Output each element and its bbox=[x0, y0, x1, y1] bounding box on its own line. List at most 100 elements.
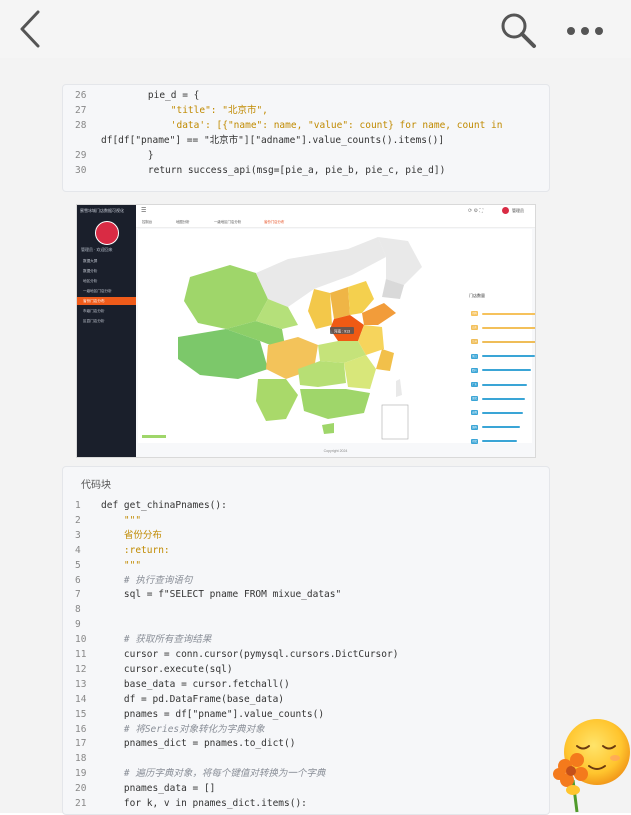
map-region[interactable] bbox=[376, 349, 394, 371]
header-user[interactable]: 管理员 bbox=[512, 208, 524, 214]
avatar[interactable] bbox=[502, 207, 509, 214]
bar-chart-title: 门店数量 bbox=[469, 293, 485, 298]
map-region[interactable] bbox=[308, 289, 332, 329]
footer-copyright: Copyright 2024 bbox=[323, 449, 348, 453]
code-line: 11 cursor = conn.cursor(pymysql.cursors.… bbox=[63, 647, 549, 662]
dashboard-sidebar: 蜜雪冰城门店数据可视化 管理员 · 欢迎回来 数据大屏 数据分析 地区分析 一级… bbox=[77, 205, 136, 457]
code-line: 19 # 遍历字典对象，将每个键值对转换为一个字典 bbox=[63, 766, 549, 781]
map-region[interactable] bbox=[330, 287, 350, 319]
china-map: 河南 : 913 bbox=[142, 237, 422, 440]
avatar bbox=[95, 221, 119, 245]
code-line: 28 'data': [{"name": name, "value": coun… bbox=[75, 120, 503, 131]
map-region[interactable] bbox=[300, 389, 370, 419]
code-text: pnames = df["pname"].value_counts() bbox=[101, 708, 325, 720]
code-line: 4 :return: bbox=[63, 543, 549, 558]
code-text: # 将Series对象转化为字典对象 bbox=[101, 723, 265, 735]
sidebar-item[interactable]: 一级地区门店分析 bbox=[77, 287, 136, 295]
bar-label: 湖南 bbox=[471, 424, 478, 430]
code-line: 14 df = pd.DataFrame(base_data) bbox=[63, 692, 549, 707]
chevron-left-icon[interactable] bbox=[16, 8, 44, 50]
code-text: pnames_data = [] bbox=[101, 783, 216, 795]
code-text: # 获取所有查询结果 bbox=[101, 634, 212, 646]
code-text: sql = f"SELECT pname FROM mixue_datas" bbox=[101, 589, 342, 601]
code-block-1: 26 pie_d = { 27 "title": "北京市", 28 'data… bbox=[62, 84, 550, 192]
bar[interactable] bbox=[482, 312, 535, 315]
map-region[interactable] bbox=[256, 379, 298, 421]
code-line: 21 for k, v in pnames_dict.items(): bbox=[63, 796, 549, 811]
code-block-label: 代码块 bbox=[81, 480, 111, 491]
code-line: 10 # 获取所有查询结果 bbox=[63, 632, 549, 647]
top-nav-bar bbox=[0, 0, 631, 58]
code-line: 17 pnames_dict = pnames.to_dict() bbox=[63, 736, 549, 751]
map-region[interactable] bbox=[184, 265, 268, 329]
menu-icon[interactable]: ☰ bbox=[141, 207, 146, 214]
search-icon[interactable] bbox=[498, 10, 538, 50]
code-line: 7 sql = f"SELECT pname FROM mixue_datas" bbox=[63, 587, 549, 602]
map-tooltip: 河南 : 913 bbox=[334, 329, 350, 334]
sidebar-item[interactable]: 市级门店分析 bbox=[77, 307, 136, 315]
code-line: 1 def get_chinaPnames(): bbox=[63, 498, 549, 513]
sidebar-item-active[interactable]: 省份门店分布 bbox=[77, 297, 136, 305]
bar[interactable] bbox=[482, 326, 535, 329]
code-text: # 遍历字典对象，将每个键值对转换为一个字典 bbox=[101, 768, 326, 780]
code-line: 30 return success_api(msg=[pie_a, pie_b,… bbox=[75, 165, 446, 176]
line-number: 9 bbox=[75, 619, 81, 631]
code-text: for k, v in pnames_dict.items(): bbox=[101, 798, 307, 809]
map-region[interactable] bbox=[322, 423, 334, 434]
relieved-face-with-flower-icon bbox=[553, 719, 630, 813]
code-line: 12 cursor.execute(sql) bbox=[63, 662, 549, 677]
line-number: 18 bbox=[75, 753, 87, 765]
bar-label: 河北 bbox=[471, 438, 478, 444]
bar-label: 安徽 bbox=[471, 410, 478, 416]
code-line: 18 bbox=[63, 751, 549, 766]
sidebar-item[interactable]: 数据分析 bbox=[77, 267, 136, 275]
more-dots-icon[interactable] bbox=[566, 26, 604, 36]
dashboard-main: ☰ ⟳ ⚙ ⛶ 管理员 控制台 地图分析 一级地区门店分析 省份门店分布 河南 … bbox=[136, 205, 535, 457]
bar[interactable] bbox=[482, 369, 531, 372]
code-text: def get_chinaPnames(): bbox=[101, 500, 227, 511]
bar-label: 河南 bbox=[471, 311, 478, 316]
sidebar-user: 管理员 · 欢迎回来 bbox=[81, 247, 113, 252]
bar-label: 湖北 bbox=[471, 396, 478, 402]
bar-label: 四川 bbox=[471, 367, 478, 373]
bar[interactable] bbox=[482, 397, 525, 400]
line-number: 8 bbox=[75, 604, 81, 616]
dashboard-screenshot: 蜜雪冰城门店数据可视化 管理员 · 欢迎回来 数据大屏 数据分析 地区分析 一级… bbox=[76, 204, 536, 458]
tab-bar: 控制台 地图分析 一级地区门店分析 省份门店分布 bbox=[136, 217, 535, 228]
bar-label: 浙江 bbox=[471, 353, 478, 359]
code-block-2: 代码块 1 def get_chinaPnames(): 2 """ 3 省份分布 4 … bbox=[62, 466, 550, 815]
bar[interactable] bbox=[482, 383, 528, 386]
code-text: """ bbox=[101, 559, 142, 571]
code-line: df[df["pname"] == "北京市"]["adname"].value… bbox=[101, 135, 445, 146]
sidebar-item[interactable]: 区县门店分析 bbox=[77, 317, 136, 325]
sidebar-item[interactable]: 数据大屏 bbox=[77, 257, 136, 265]
code-line: 26 pie_d = { bbox=[75, 90, 200, 101]
code-text: base_data = cursor.fetchall() bbox=[101, 678, 290, 690]
code-line: 8 bbox=[63, 602, 549, 617]
visual-map-legend[interactable] bbox=[142, 435, 166, 438]
code-text: pnames_dict = pnames.to_dict() bbox=[101, 738, 296, 750]
bar[interactable] bbox=[482, 411, 523, 414]
code-line: 20 pnames_data = [] bbox=[63, 781, 549, 796]
code-line: 13 base_data = cursor.fetchall() bbox=[63, 677, 549, 692]
tab[interactable]: 地图分析 bbox=[176, 219, 190, 225]
code-line: 16 # 将Series对象转化为字典对象 bbox=[63, 722, 549, 737]
bar[interactable] bbox=[482, 440, 517, 443]
app-title: 蜜雪冰城门店数据可视化 bbox=[80, 208, 124, 213]
tab[interactable]: 控制台 bbox=[142, 219, 152, 225]
header-tools-icon[interactable]: ⟳ ⚙ ⛶ bbox=[468, 208, 483, 214]
bar[interactable] bbox=[482, 340, 535, 343]
bar[interactable] bbox=[482, 355, 535, 358]
tab-active[interactable]: 省份门店分布 bbox=[264, 219, 284, 225]
tab[interactable]: 一级地区门店分析 bbox=[214, 219, 241, 225]
code-text: # 执行查询语句 bbox=[101, 574, 193, 586]
bar-label: 广东 bbox=[471, 382, 478, 387]
bar[interactable] bbox=[482, 426, 521, 429]
map-card: 河南 : 913 门店数量 河南 山东 江苏 浙江 四川 广东 湖北 安徽 湖南 河北 bbox=[138, 229, 535, 444]
map-region[interactable] bbox=[396, 379, 402, 397]
code-line: 3 省份分布 bbox=[63, 528, 549, 543]
map-region[interactable] bbox=[378, 237, 422, 285]
south-sea-inset bbox=[381, 404, 409, 440]
code-line: 9 bbox=[63, 617, 549, 632]
sidebar-item[interactable]: 地区分析 bbox=[77, 277, 136, 285]
